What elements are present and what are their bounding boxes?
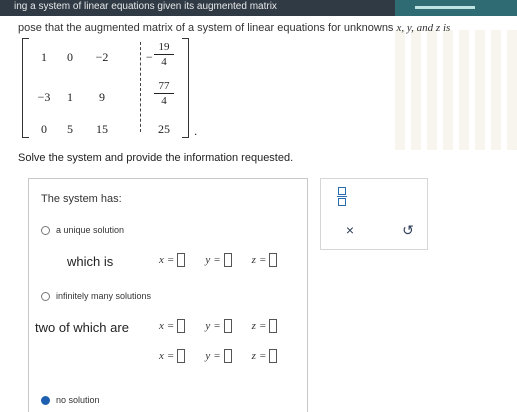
fraction-value: 19 4 [154, 41, 174, 68]
z-input[interactable] [269, 319, 278, 333]
minus-sign: − [146, 50, 153, 64]
y-input[interactable] [223, 349, 232, 363]
fraction-icon[interactable] [337, 187, 347, 206]
progress-bar [415, 6, 475, 9]
instruction-text: Solve the system and provide the informa… [18, 152, 294, 164]
option-infinitely-many[interactable]: infinitely many solutions [41, 291, 151, 301]
augmented-matrix: 1 0 −2 −3 1 9 0 5 15 − 19 4 77 4 25 . [22, 38, 197, 138]
matrix-cell: 9 [99, 90, 105, 104]
which-is-label: which is [67, 254, 114, 269]
matrix-cell: −3 [37, 90, 51, 104]
title-banner: ing a system of linear equations given i… [0, 0, 517, 16]
matrix-right-bracket [182, 38, 189, 138]
background-decoration [395, 30, 517, 150]
math-tool-panel: × ↺ [320, 178, 428, 250]
x-input[interactable] [177, 319, 186, 333]
second-solution-inputs: x = y = z = [159, 349, 278, 363]
problem-prompt: pose that the augmented matrix of a syst… [18, 22, 451, 34]
system-has-label: The system has: [41, 193, 122, 205]
page-title: ing a system of linear equations given i… [14, 1, 277, 12]
matrix-cell: 0 [41, 122, 47, 136]
matrix-cell: 0 [67, 50, 73, 64]
radio-no-solution[interactable] [41, 395, 50, 405]
first-solution-inputs: x = y = z = [159, 319, 278, 333]
y-input[interactable] [223, 319, 232, 333]
undo-button[interactable]: ↺ [399, 221, 417, 239]
matrix-cell: −2 [95, 50, 109, 64]
radio-infinitely-many[interactable] [41, 291, 50, 301]
matrix-cell: 1 [41, 50, 47, 64]
answer-panel: The system has: a unique solution which … [28, 178, 308, 412]
progress-banner [395, 0, 517, 16]
matrix-cell: 15 [96, 122, 108, 136]
x-input[interactable] [177, 349, 186, 363]
page: ing a system of linear equations given i… [0, 0, 517, 412]
augmented-divider [140, 42, 141, 132]
matrix-left-bracket [22, 38, 29, 138]
matrix-cell: 5 [67, 122, 73, 136]
z-input[interactable] [269, 253, 278, 267]
unique-solution-inputs: x = y = z = [159, 253, 278, 267]
x-input[interactable] [177, 253, 186, 267]
z-input[interactable] [269, 349, 278, 363]
matrix-cell: 1 [67, 90, 73, 104]
option-unique-solution[interactable]: a unique solution [41, 225, 124, 235]
two-of-which-are-label: two of which are [35, 320, 129, 335]
period: . [194, 124, 198, 138]
radio-unique-solution[interactable] [41, 225, 50, 235]
y-input[interactable] [223, 253, 232, 267]
fraction-value: 77 4 [154, 80, 174, 107]
clear-button[interactable]: × [341, 221, 359, 239]
option-no-solution[interactable]: no solution [41, 395, 100, 405]
matrix-cell: 25 [158, 122, 170, 136]
